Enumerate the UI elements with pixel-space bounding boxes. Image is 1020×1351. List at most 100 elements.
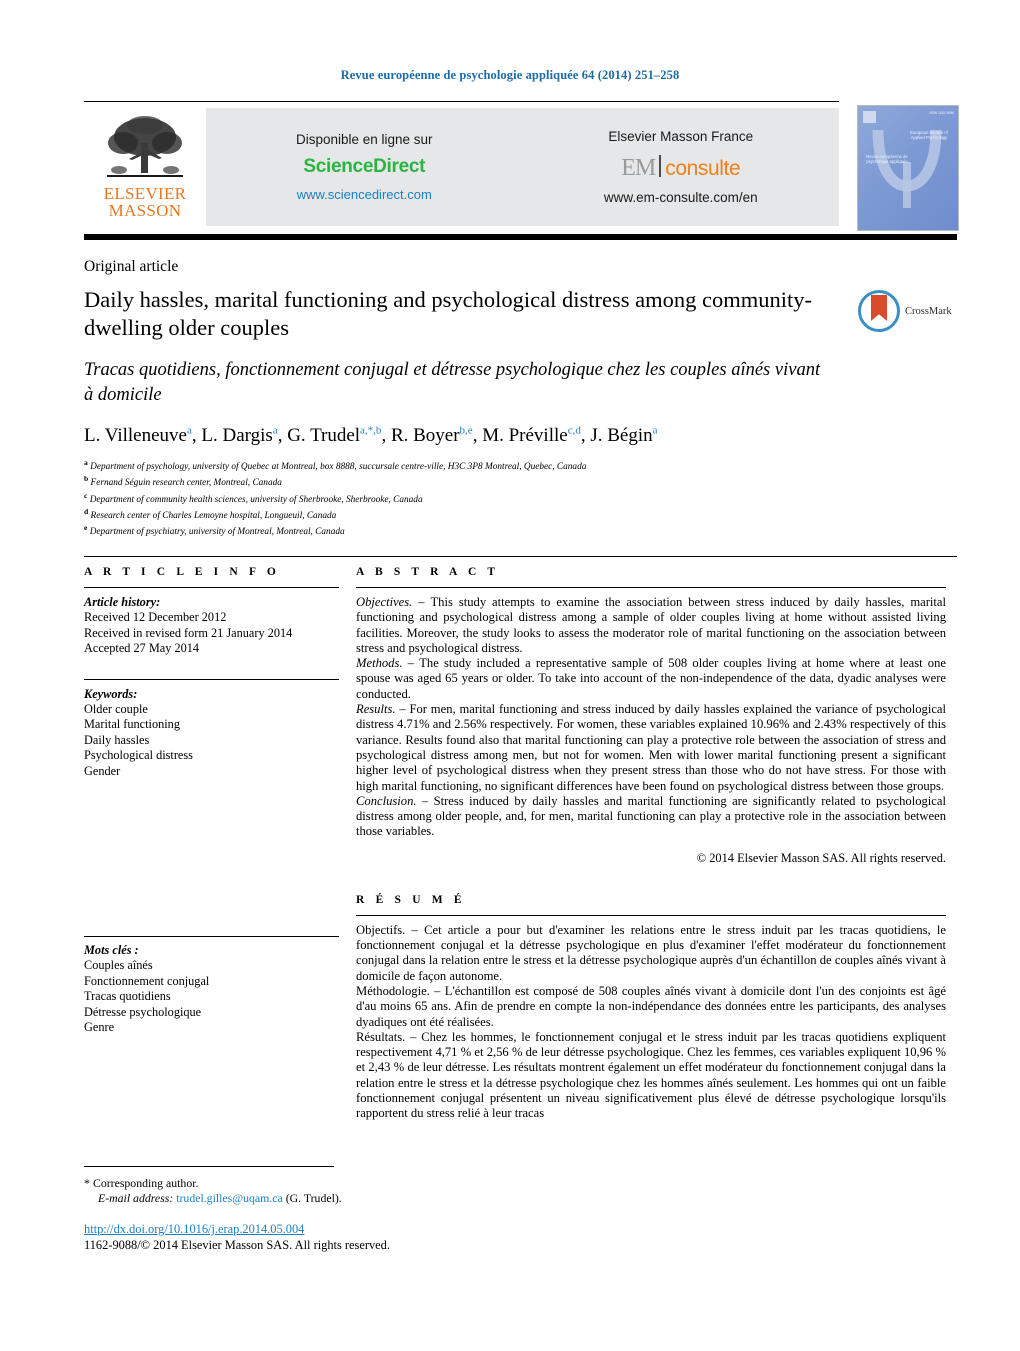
resume-heading-wrap: R É S U M É [356,894,946,916]
abstract-paragraph: Methods. – The study included a represen… [356,656,946,702]
mots-cles-items: Couples aînés Fonctionnement conjugal Trac… [84,958,339,1035]
author-affiliation-marker: a [652,424,658,437]
abstract-paragraph-text: For men, marital functioning and stress … [356,702,947,793]
email-address-link[interactable]: trudel.gilles@uqam.ca [176,1191,283,1205]
mot-cle-item: Genre [84,1020,115,1035]
mot-cle-item: Couples aînés [84,958,153,973]
journal-cover-thumbnail: ISSN 1162-9088 European Review of Applie… [857,105,959,231]
abstract-paragraph-text: This study attempts to examine the assoc… [356,595,946,655]
abstract-paragraph-text: The study included a representative samp… [356,656,946,701]
journal-article-page: Revue européenne de psychologie appliqué… [0,0,1020,1351]
keywords-block: Keywords: Older couple Marital functionin… [84,687,339,779]
crossmark-label: CrossMark [905,305,952,317]
elsevier-tree-icon [99,113,191,185]
author-affiliation-marker: a [186,424,192,437]
resume-paragraph: Résultats. – Chez les hommes, le fonctio… [356,1030,946,1122]
abstract-body: Objectives. – This study attempts to exa… [356,595,946,840]
article-history-item: Received 12 December 2012 [84,610,227,625]
email-address-label: E-mail address: [98,1190,174,1205]
author-name: L. Dargis [201,425,273,446]
page-title: Daily hassles, marital functioning and p… [84,287,812,340]
affiliation-item: e Department of psychiatry, university o… [84,522,904,538]
emconsulte-logo: EM consulte [621,153,741,181]
article-type-label: Original article [84,258,179,275]
keywords-items: Older couple Marital functioning Daily has… [84,702,339,779]
keyword-item: Psychological distress [84,748,193,763]
cover-issn-text: ISSN 1162-9088 [929,111,954,115]
affiliation-item: b Fernand Séguin research center, Montre… [84,473,904,489]
resume-paragraph: Objectifs. – Cet article a pour but d'ex… [356,923,946,984]
abstract-rule [356,587,946,588]
corresponding-label: Corresponding author. [92,1176,199,1190]
author-name: G. Trudel [287,425,361,446]
resume-rule [356,914,946,916]
masson-wordmark: MASSON [108,201,182,220]
emconsulte-em-text: EM [621,155,656,181]
abstract-separator-rule [84,556,957,558]
emconsulte-url[interactable]: www.em-consulte.com/en [604,190,758,205]
mots-cles-label: Mots clés : [84,943,139,957]
abstract-heading: A B S T R A C T [356,566,500,578]
email-owner: (G. Trudel). [285,1190,342,1205]
emconsulte-divider [659,155,662,177]
keywords-label: Keywords: [84,686,138,701]
resume-paragraph: Méthodologie. – L'échantillon est compos… [356,984,946,1030]
affiliation-text: Research center of Charles Lemoyne hospi… [88,510,337,521]
masthead-grey-panel: Disponible en ligne sur ScienceDirect ww… [206,108,839,226]
resume-heading: R É S U M É [356,893,466,906]
resume-paragraph-text: Cet article a pour but d'examiner les re… [356,922,947,983]
mots-cles-column: Mots clés : Couples aînés Fonctionnement … [84,936,339,1035]
affiliation-item: c Department of community health science… [84,490,904,506]
author-name: L. Villeneuve [84,425,187,446]
resume-paragraph-lead: Objectifs. – [356,922,425,937]
keyword-item: Marital functioning [84,717,180,732]
abstract-paragraph: Results. – For men, marital functioning … [356,702,946,794]
affiliation-item: a Department of psychology, university o… [84,457,904,473]
author-affiliation-marker: b,e [459,424,473,437]
article-subtitle-french: Tracas quotidiens, fonctionnement conjug… [84,360,821,405]
footnote-rule [84,1166,334,1167]
author-affiliation-marker: a,*,b [360,424,382,437]
resume-paragraph-lead: Méthodologie. – [356,983,445,998]
cover-title-en: European Review of Applied Psychology [910,130,948,141]
resume-paragraph-lead: Résultats. – [356,1029,422,1044]
abstract-paragraph: Conclusion. – Stress induced by daily ha… [356,794,946,840]
elsevier-masson-france-label: Elsevier Masson France [608,129,754,144]
author-affiliation-marker: a [272,424,278,437]
sciencedirect-url[interactable]: www.sciencedirect.com [297,187,432,202]
issn-copyright-line: 1162-9088/© 2014 Elsevier Masson SAS. Al… [84,1238,390,1252]
affiliation-item: d Research center of Charles Lemoyne hos… [84,506,904,522]
abstract-column: A B S T R A C T Objectives. – This study… [356,566,946,1122]
keyword-item: Gender [84,763,121,778]
resume-body: Objectifs. – Cet article a pour but d'ex… [356,923,946,1122]
title-separator-rule [84,234,957,240]
cover-title-fr: Revue européenne de psychologie appliqué… [866,154,908,165]
author-name: R. Boyer [390,425,460,446]
abstract-paragraph-lead: Conclusion. – [356,793,434,808]
crossmark-badge[interactable]: CrossMark [858,288,958,334]
sciencedirect-logo: ScienceDirect [303,156,426,177]
corresponding-star: * [84,1176,90,1190]
resume-paragraph-text: L'échantillon est composé de 508 couples… [356,983,946,1029]
article-history-item: Accepted 27 May 2014 [84,641,200,656]
abstract-copyright: © 2014 Elsevier Masson SAS. All rights r… [696,850,946,865]
keyword-item: Daily hassles [84,732,150,747]
doi-link[interactable]: http://dx.doi.org/10.1016/j.erap.2014.05… [84,1222,304,1237]
abstract-paragraph-lead: Results. – [356,702,410,717]
running-head: Revue européenne de psychologie appliqué… [340,68,680,82]
abstract-paragraph-text: Stress induced by daily hassles and mari… [356,793,946,839]
abstract-paragraph-lead: Methods. – [356,656,420,671]
crossmark-icon [858,290,900,332]
article-history-label: Article history: [84,595,161,609]
article-history-item: Received in revised form 21 January 2014 [84,625,293,640]
article-history-items: Received 12 December 2012 Received in rev… [84,610,339,656]
emconsulte-consulte-text: consulte [665,157,741,180]
article-info-rule [84,587,339,588]
author-name: M. Préville [482,425,568,446]
author-list: L. Villeneuvea, L. Dargisa, G. Trudela,*… [84,424,658,446]
affiliation-text: Department of psychiatry, university of … [87,527,345,538]
cover-publisher-mark [863,111,876,123]
affiliation-text: Department of psychology, university of … [87,462,587,473]
author-name: J. Bégin [590,425,653,446]
